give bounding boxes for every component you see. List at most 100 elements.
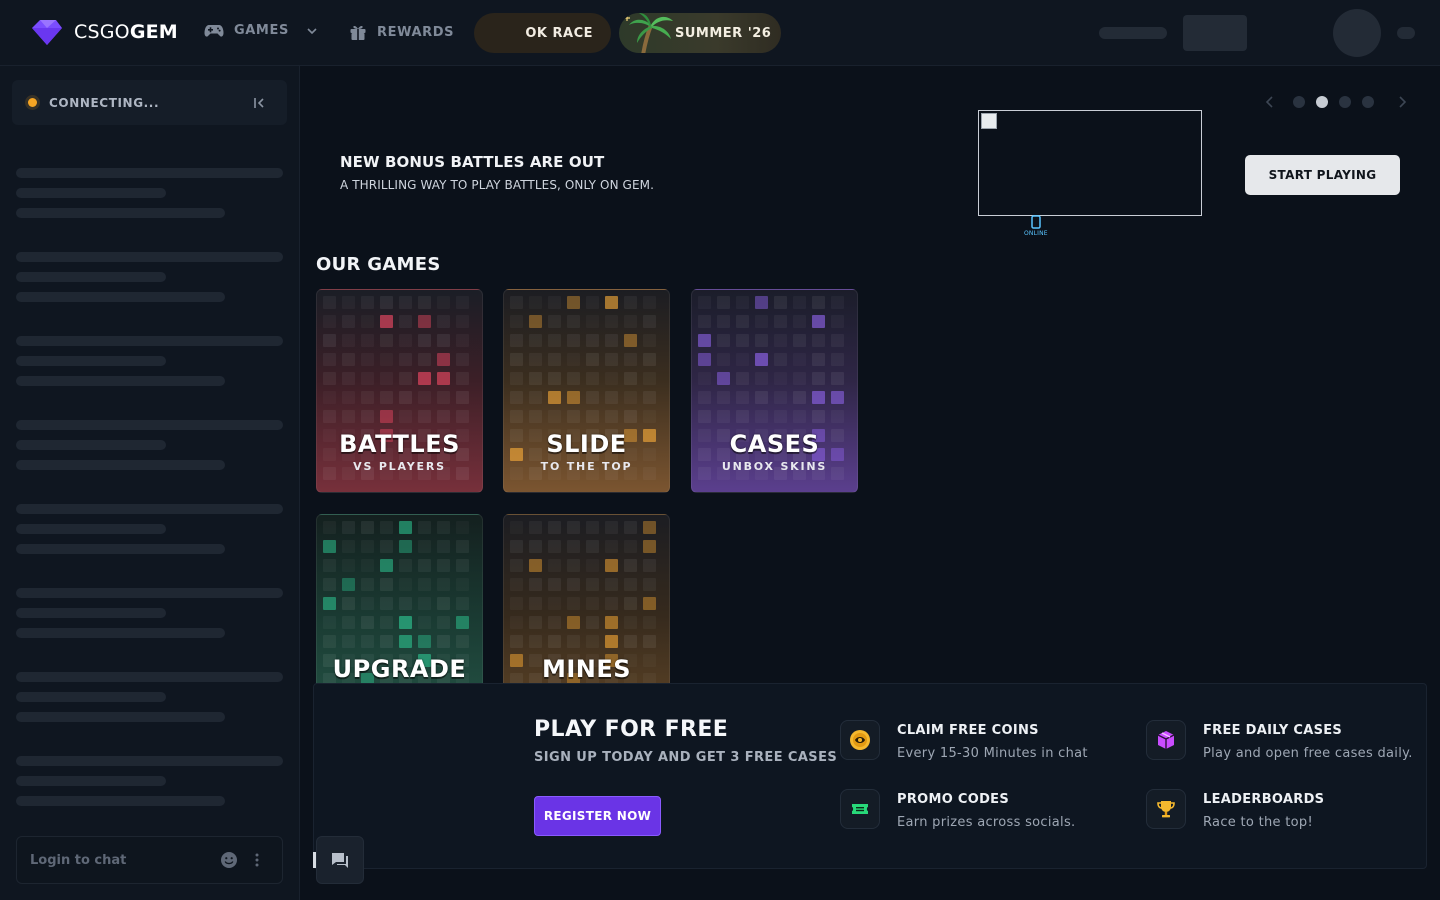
skeleton-line <box>16 588 283 598</box>
chat-input[interactable]: Login to chat <box>16 836 283 884</box>
skeleton-line <box>16 672 283 682</box>
banner-title: NEW BONUS BATTLES ARE OUT <box>340 153 605 171</box>
broken-image-icon <box>981 113 997 129</box>
skeleton-line <box>16 504 283 514</box>
online-badge: ONLINE <box>1024 215 1048 237</box>
game-title: UPGRADE <box>332 655 467 683</box>
coin-icon <box>850 730 870 750</box>
skeleton-line <box>16 188 166 198</box>
feature-icon-box <box>1146 789 1186 829</box>
chat-bubble-icon <box>332 853 348 868</box>
game-card-slide[interactable]: SLIDE TO THE TOP <box>503 289 670 493</box>
skeleton-line <box>16 336 283 346</box>
chevron-right-icon[interactable] <box>1394 94 1410 110</box>
feature-title: CLAIM FREE COINS <box>897 723 1039 738</box>
emoji-icon[interactable] <box>220 851 238 869</box>
skeleton-line <box>16 208 225 218</box>
game-title: CASES <box>729 430 820 458</box>
chat-toggle-button[interactable] <box>316 836 364 884</box>
ticket-icon <box>852 804 868 814</box>
skeleton-line <box>16 376 225 386</box>
feature-title: LEADERBOARDS <box>1203 792 1325 807</box>
case-icon <box>1157 731 1175 749</box>
feature-icon-box <box>840 789 880 829</box>
skeleton-line <box>16 440 166 450</box>
game-card-cases[interactable]: CASES UNBOX SKINS <box>691 289 858 493</box>
loading-placeholder <box>1183 15 1247 51</box>
connection-status: CONNECTING... <box>12 80 287 125</box>
status-text: CONNECTING... <box>49 95 160 110</box>
promo-title: PLAY FOR FREE <box>534 717 729 742</box>
skeleton-line <box>16 460 225 470</box>
promo-subtitle: SIGN UP TODAY AND GET 3 FREE CASES <box>534 750 838 765</box>
feature-icon-box <box>840 720 880 760</box>
avatar-placeholder <box>1333 9 1381 57</box>
nav-games[interactable]: GAMES <box>204 23 319 38</box>
skeleton-line <box>16 252 283 262</box>
skeleton-line <box>16 796 225 806</box>
skeleton-line <box>16 628 225 638</box>
feature-description: Every 15-30 Minutes in chat <box>897 746 1088 761</box>
game-subtitle: VS PLAYERS <box>353 460 446 473</box>
carousel-dot[interactable] <box>1293 96 1305 108</box>
skeleton-line <box>16 756 283 766</box>
banner-image <box>978 110 1202 216</box>
skeleton-line <box>16 608 166 618</box>
play-for-free-panel: PLAY FOR FREE SIGN UP TODAY AND GET 3 FR… <box>313 683 1427 869</box>
collapse-sidebar-icon[interactable] <box>251 95 267 111</box>
skeleton-line <box>16 544 225 554</box>
skeleton-line <box>16 292 225 302</box>
game-title: SLIDE <box>546 430 627 458</box>
game-title: MINES <box>541 655 632 683</box>
game-title: BATTLES <box>339 430 460 458</box>
palm-tree-icon <box>624 13 673 53</box>
brand-name: CSGOGEM <box>74 21 178 43</box>
nav-rewards[interactable]: REWARDS <box>349 23 454 41</box>
skeleton-line <box>16 356 166 366</box>
nav-games-label: GAMES <box>234 23 289 38</box>
chevron-down-icon <box>307 27 317 34</box>
game-subtitle: UNBOX SKINS <box>721 460 828 473</box>
start-playing-button[interactable]: START PLAYING <box>1245 155 1400 195</box>
skeleton-line <box>16 272 166 282</box>
chevron-left-icon[interactable] <box>1262 94 1278 110</box>
feature-title: PROMO CODES <box>897 792 1010 807</box>
carousel-dot[interactable] <box>1339 96 1351 108</box>
skeleton-line <box>16 692 166 702</box>
skeleton-line <box>16 776 166 786</box>
chat-sidebar: CONNECTING... Login to chat <box>0 66 300 900</box>
carousel-dot-active[interactable] <box>1316 96 1328 108</box>
trophy-icon <box>1157 801 1175 818</box>
gem-icon <box>32 20 62 45</box>
feature-description: Play and open free cases daily. <box>1203 746 1413 761</box>
brand-logo[interactable]: CSGOGEM <box>30 18 178 46</box>
register-now-button[interactable]: REGISTER NOW <box>534 796 661 836</box>
loading-placeholder <box>1397 27 1415 39</box>
banner-subtitle: A THRILLING WAY TO PLAY BATTLES, ONLY ON… <box>340 178 655 192</box>
feature-description: Race to the top! <box>1203 815 1313 830</box>
skeleton-line <box>16 524 166 534</box>
top-navigation: CSGOGEM GAMES REWARDS OK RACE SUMMER '26 <box>0 0 1440 66</box>
race-label: OK RACE <box>525 25 593 41</box>
feature-title: FREE DAILY CASES <box>1203 723 1343 738</box>
gift-icon <box>350 25 366 40</box>
skeleton-line <box>16 712 225 722</box>
more-options-icon[interactable] <box>254 851 260 869</box>
nav-rewards-label: REWARDS <box>377 24 455 40</box>
skeleton-line <box>16 168 283 178</box>
gamepad-icon <box>204 24 224 37</box>
section-title-our-games: OUR GAMES <box>316 254 441 275</box>
status-dot <box>28 98 37 107</box>
race-button[interactable]: OK RACE <box>474 13 611 53</box>
online-label: ONLINE <box>1024 230 1048 237</box>
feature-icon-box <box>1146 720 1186 760</box>
summer-label: SUMMER '26 <box>675 25 772 41</box>
skeleton-line <box>16 420 283 430</box>
carousel-dot[interactable] <box>1362 96 1374 108</box>
game-card-battles[interactable]: BATTLES VS PLAYERS <box>316 289 483 493</box>
feature-description: Earn prizes across socials. <box>897 815 1076 830</box>
phone-icon <box>1031 215 1041 229</box>
loading-placeholder <box>1099 27 1167 39</box>
game-subtitle: TO THE TOP <box>540 460 633 473</box>
summer-event-button[interactable]: SUMMER '26 <box>619 13 781 53</box>
